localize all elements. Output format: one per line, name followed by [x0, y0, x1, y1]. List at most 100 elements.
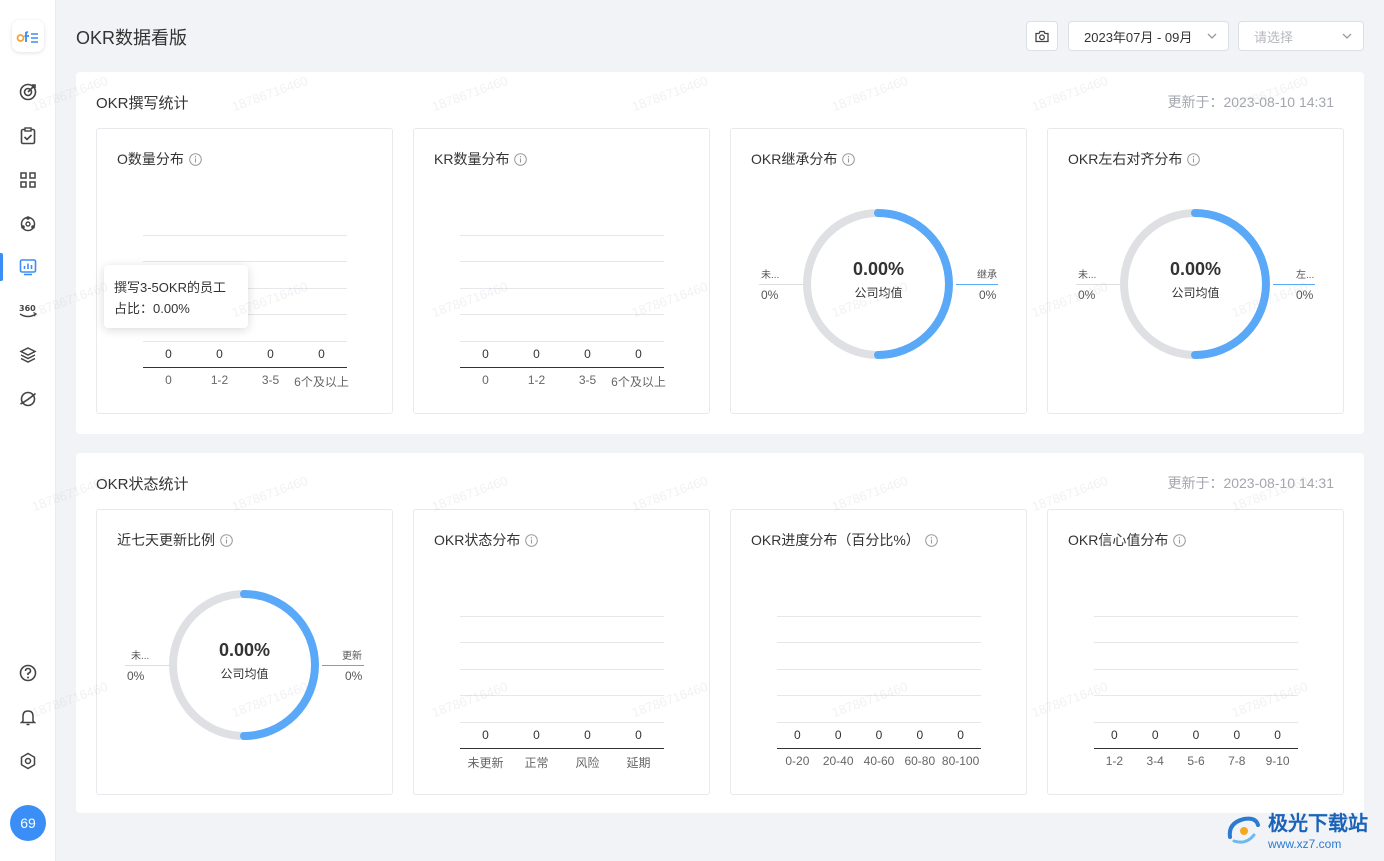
chart-x-axis: [777, 748, 981, 749]
section-title: OKR状态统计: [96, 476, 189, 493]
chart-data-label: 0: [875, 728, 883, 742]
chart-gridline: [460, 314, 664, 315]
legend-left-line: [759, 284, 803, 285]
chart-gridline: [1094, 642, 1298, 643]
chart-gridline: [460, 288, 664, 289]
info-icon[interactable]: [189, 152, 202, 166]
nav-help[interactable]: [0, 655, 56, 691]
okr-status-section: OKR状态统计 更新于：2023-08-10 14:31 近七天更新比例 0.0…: [76, 453, 1364, 813]
legend-right-line: [322, 665, 364, 666]
info-icon[interactable]: [220, 533, 233, 547]
chart-gridline: [1094, 669, 1298, 670]
nav-notifications[interactable]: [0, 699, 56, 735]
chart-data-label: 0: [635, 347, 642, 361]
card-title-row: OKR进度分布（百分比%）: [751, 530, 938, 550]
chart-gridline: [1094, 616, 1298, 617]
legend-right-value: 0%: [979, 288, 997, 302]
site-watermark-logo: 极光下载站 www.xz7.com: [1224, 803, 1376, 855]
legend-left-label: 未...: [761, 270, 780, 281]
chart-tick-label: 6个及以上: [294, 375, 349, 389]
screenshot-button[interactable]: [1026, 21, 1058, 51]
chart-data-label: 0: [1192, 728, 1200, 742]
card-title-row: OKR信心值分布: [1068, 530, 1187, 550]
nav-settings[interactable]: [0, 743, 56, 779]
site-logo-name: 极光下载站: [1268, 813, 1368, 835]
chart-gridline: [143, 341, 347, 342]
chart-data-label: 0: [635, 728, 642, 742]
card-title: O数量分布: [117, 151, 184, 167]
chart-gridline: [777, 722, 981, 723]
nav-grid[interactable]: [0, 162, 56, 198]
tooltip-line1: 撰写3-5OKR的员工: [114, 280, 226, 295]
card-title-row: 近七天更新比例: [117, 530, 233, 550]
chart-data-label: 0: [482, 347, 489, 361]
legend-right-line: [1273, 284, 1315, 285]
info-icon[interactable]: [924, 533, 938, 547]
legend-left-line: [125, 665, 169, 666]
chart-gridline: [1094, 722, 1298, 723]
card-confidence-distribution: OKR信心值分布 0 1-2 0 3-4 0 5-6 0 7-8 0 9-10: [1047, 509, 1344, 795]
swirl-logo-icon: [1227, 816, 1260, 844]
legend-right-value: 0%: [345, 669, 363, 683]
tooltip-line2: 占比：0.00%: [114, 301, 190, 316]
date-range-select[interactable]: 2023年07月 - 09月: [1068, 21, 1229, 51]
card-title-row: OKR状态分布: [434, 530, 539, 550]
info-icon[interactable]: [1187, 152, 1201, 166]
chart-x-axis: [460, 748, 664, 749]
layers-icon: [19, 347, 37, 363]
chevron-down-icon: [1207, 33, 1217, 39]
help-icon: [19, 664, 37, 682]
card-title: OKR进度分布（百分比%）: [751, 532, 920, 548]
sidebar: 360 69: [0, 0, 56, 861]
info-icon[interactable]: [842, 152, 856, 166]
nav-target[interactable]: [0, 74, 56, 110]
card-title-row: KR数量分布: [434, 149, 528, 169]
chart-gridline: [777, 695, 981, 696]
network-icon: [20, 216, 36, 232]
card-kr-distribution: KR数量分布 0 0 0 1-2 0 3-5 0 6个及以上: [413, 128, 710, 414]
chart-gridline: [460, 616, 664, 617]
chart-data-label: 0: [916, 728, 924, 742]
nav-dashboard[interactable]: [0, 249, 56, 285]
filter-select[interactable]: 请选择: [1238, 21, 1364, 51]
legend-left-label: 未...: [1078, 270, 1097, 281]
card-title-row: OKR继承分布: [751, 149, 856, 169]
card-title: OKR继承分布: [751, 151, 838, 167]
chart-gridline: [460, 669, 664, 670]
chart-gridline: [143, 261, 347, 262]
360-icon: 360: [19, 304, 38, 318]
chart-gridline: [460, 235, 664, 236]
chart-data-label: 0: [165, 347, 172, 361]
chart-data-label: 0: [1151, 728, 1159, 742]
nav-layers[interactable]: [0, 337, 56, 373]
chart-data-label: 0: [584, 347, 591, 361]
card-progress-distribution: OKR进度分布（百分比%） 0 0-20 0 20-40 0 40-60 0 60-80 0 80…: [730, 509, 1027, 795]
user-avatar[interactable]: 69: [10, 805, 46, 841]
logo-icon: [16, 31, 38, 43]
info-icon[interactable]: [514, 152, 528, 166]
chart-gridline: [777, 616, 981, 617]
nav-planet[interactable]: [0, 381, 56, 417]
nav-network[interactable]: [0, 206, 56, 242]
nav-tasks[interactable]: [0, 118, 56, 154]
dashboard-chart-icon: [19, 259, 37, 276]
chart-data-label: 0: [533, 728, 540, 742]
chart-data-label: 0: [216, 347, 223, 361]
app-logo[interactable]: [12, 20, 44, 52]
info-icon[interactable]: [1173, 533, 1187, 547]
info-icon[interactable]: [525, 533, 539, 547]
chevron-down-icon: [1342, 33, 1352, 39]
nav-360[interactable]: 360: [0, 292, 56, 328]
chart-gridline: [460, 722, 664, 723]
camera-icon: [1035, 30, 1049, 42]
filter-select-placeholder: 请选择: [1254, 29, 1294, 45]
chart-tick-label: 9-10: [1265, 754, 1290, 768]
legend-left-value: 0%: [1078, 288, 1096, 302]
legend-right-value: 0%: [1296, 288, 1314, 302]
legend-right-label: 左...: [1296, 270, 1315, 281]
section-updated-time: 更新于：2023-08-10 14:31: [1167, 475, 1334, 491]
legend-left-value: 0%: [127, 669, 145, 683]
chart-data-label: 0: [1233, 728, 1241, 742]
chart-x-axis: [1094, 748, 1298, 749]
chart-tick-label: 延期: [626, 756, 651, 770]
